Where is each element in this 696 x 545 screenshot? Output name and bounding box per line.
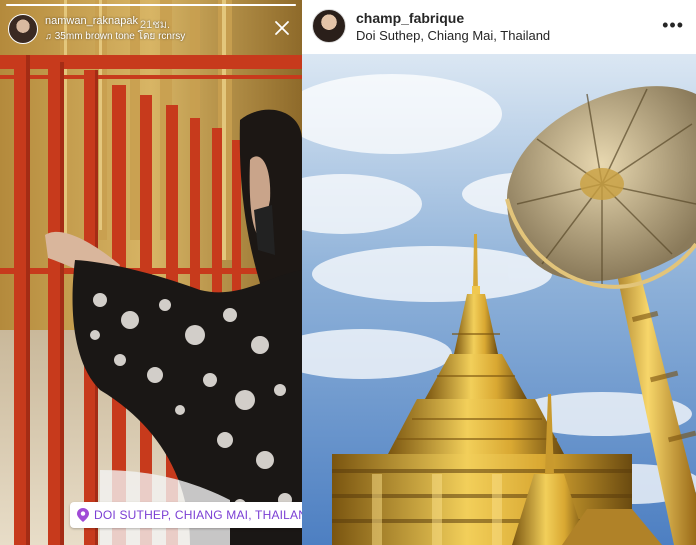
music-note-icon: ♫ [45,31,52,41]
story-progress-bar [6,4,296,6]
story-music-text: 35mm brown tone โดย rcnrsy [54,31,186,42]
story-progress-fill [6,4,296,6]
story-viewer[interactable]: namwan_raknapak 21ชม. ♫ 35mm brown tone โ… [0,0,302,545]
avatar[interactable] [312,9,346,43]
location-pin-icon [77,508,89,522]
story-music-label[interactable]: ♫ 35mm brown tone โดย rcnrsy [45,29,185,44]
story-header: namwan_raknapak 21ชม. ♫ 35mm brown tone โ… [8,12,296,46]
post-photo[interactable] [302,54,696,545]
post-photo-canvas [302,54,696,545]
feed-post: champ_fabrique Doi Suthep, Chiang Mai, T… [302,0,696,545]
post-location[interactable]: Doi Suthep, Chiang Mai, Thailand [356,28,550,43]
story-photo [0,0,302,545]
location-sticker[interactable]: DOI SUTHEP, CHIANG MAI, THAILAND [70,502,302,528]
more-options-icon[interactable]: ••• [662,16,684,34]
location-sticker-text: DOI SUTHEP, CHIANG MAI, THAILAND [94,508,302,522]
post-username[interactable]: champ_fabrique [356,10,464,26]
post-header: champ_fabrique Doi Suthep, Chiang Mai, T… [302,0,696,54]
story-username[interactable]: namwan_raknapak [45,15,138,27]
close-icon[interactable] [272,18,292,38]
avatar[interactable] [8,14,38,44]
